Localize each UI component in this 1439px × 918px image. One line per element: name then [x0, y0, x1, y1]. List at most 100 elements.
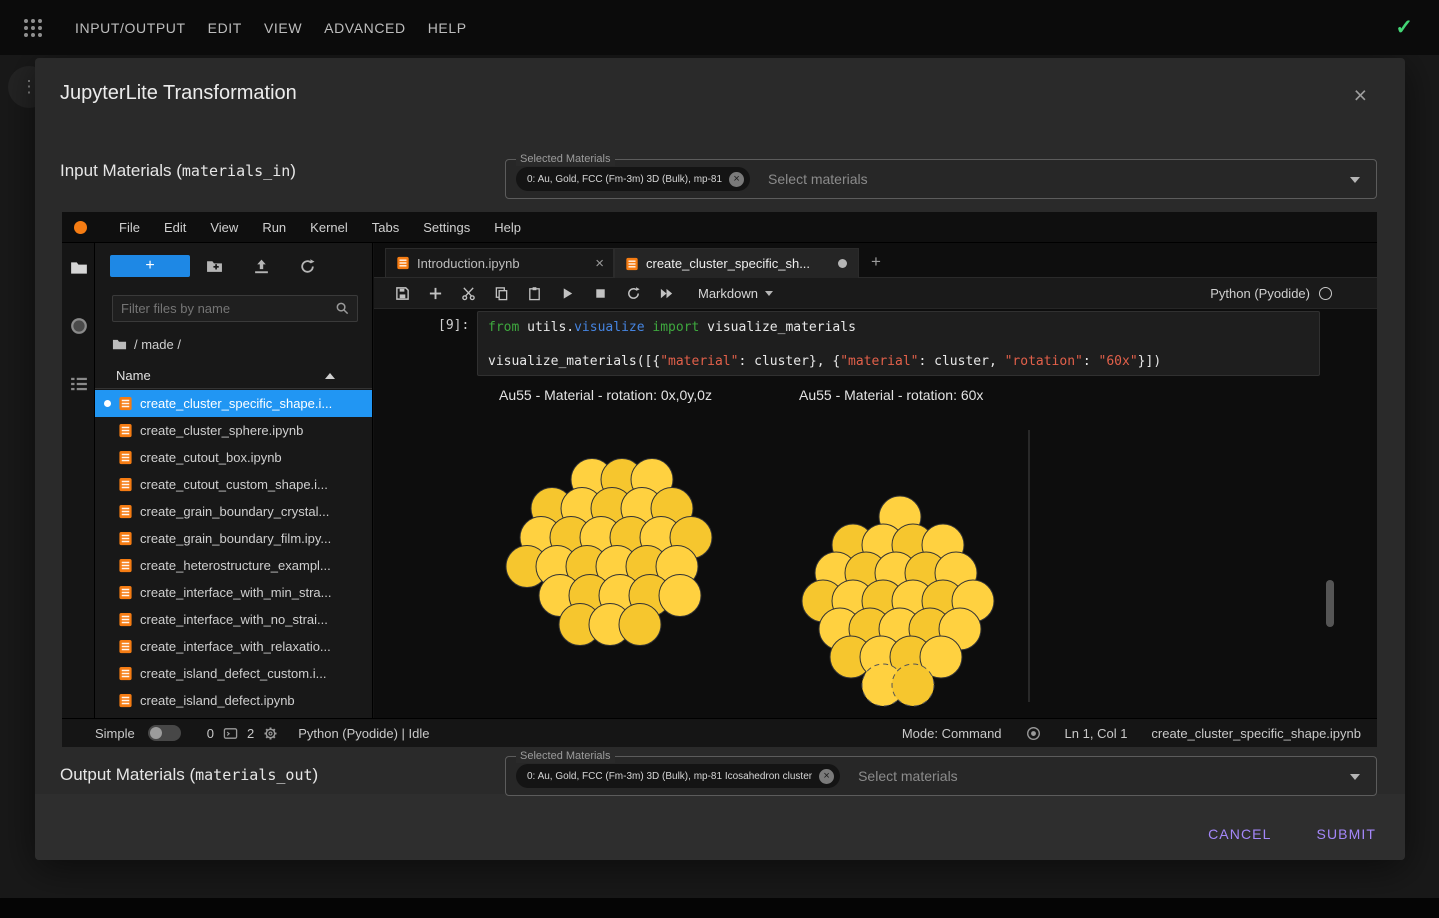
- menu-help[interactable]: HELP: [417, 20, 478, 36]
- scrollbar-thumb[interactable]: [1326, 580, 1334, 627]
- kernel-idle-icon: [1319, 287, 1332, 300]
- file-row-create-island-defect-ipynb[interactable]: create_island_defect.ipynb: [95, 687, 372, 714]
- file-list-header[interactable]: Name: [95, 363, 372, 389]
- cell-type-dropdown[interactable]: Markdown: [698, 286, 773, 301]
- app-menubar: INPUT/OUTPUT EDIT VIEW ADVANCED HELP: [64, 20, 478, 36]
- restart-kernel-icon[interactable]: [626, 286, 641, 301]
- pyodide-logo-icon: [74, 220, 87, 234]
- breadcrumb-path: / made /: [134, 337, 181, 352]
- kernel-status-label[interactable]: Python (Pyodide) | Idle: [298, 726, 429, 741]
- jupyter-menu-kernel[interactable]: Kernel: [298, 220, 360, 235]
- unsaved-changes-dot-icon[interactable]: [838, 259, 847, 268]
- kernel-indicator[interactable]: Python (Pyodide): [1210, 278, 1332, 309]
- jupyter-menu-help[interactable]: Help: [482, 220, 533, 235]
- simple-mode-toggle[interactable]: [147, 725, 181, 741]
- file-name: create_cutout_box.ipynb: [140, 450, 282, 465]
- notebook-icon: [625, 257, 639, 271]
- file-name: create_cluster_sphere.ipynb: [140, 423, 304, 438]
- chevron-down-icon[interactable]: [1350, 177, 1360, 183]
- jupyter-menu-run[interactable]: Run: [250, 220, 298, 235]
- file-row-create-cutout-box-ipynb[interactable]: create_cutout_box.ipynb: [95, 444, 372, 471]
- dialog-title: JupyterLite Transformation: [60, 82, 297, 104]
- input-materials-select[interactable]: Selected Materials 0: Au, Gold, FCC (Fm-…: [505, 153, 1377, 199]
- running-sessions-tab-icon[interactable]: [70, 317, 88, 335]
- interrupt-kernel-icon[interactable]: [593, 286, 608, 301]
- screen: INPUT/OUTPUT EDIT VIEW ADVANCED HELP ✓ ⋮ Jup…: [0, 0, 1439, 918]
- kernel-count: 2: [246, 725, 255, 741]
- menu-input-output[interactable]: INPUT/OUTPUT: [64, 20, 197, 36]
- upload-icon[interactable]: [253, 258, 270, 275]
- copy-cells-icon[interactable]: [494, 286, 509, 301]
- file-browser-tab-icon[interactable]: [70, 259, 88, 277]
- notebook-tabbar: Introduction.ipynb × create_cluster_spec…: [374, 243, 1377, 278]
- jupyter-statusbar: Simple 0 2 Python (Pyodide) | Idle Mode:…: [62, 718, 1377, 747]
- cell-type-value: Markdown: [698, 285, 758, 301]
- output-label-rotation-0: Au55 - Material - rotation: 0x,0y,0z: [499, 387, 712, 403]
- file-row-create-heterostructure-exampl[interactable]: create_heterostructure_exampl...: [95, 552, 372, 579]
- output-materials-label-text: Output Materials (: [60, 765, 196, 784]
- table-of-contents-tab-icon[interactable]: [70, 375, 88, 393]
- file-row-create-cluster-sphere-ipynb[interactable]: create_cluster_sphere.ipynb: [95, 417, 372, 444]
- material-chip: 0: Au, Gold, FCC (Fm-3m) 3D (Bulk), mp-8…: [516, 167, 751, 191]
- add-tab-icon[interactable]: +: [871, 252, 881, 272]
- file-row-create-interface-with-min-stra[interactable]: create_interface_with_min_stra...: [95, 579, 372, 606]
- tab-create-cluster-specific-shape[interactable]: create_cluster_specific_sh...: [614, 248, 859, 278]
- file-row-create-island-defect-custom-i[interactable]: create_island_defect_custom.i...: [95, 660, 372, 687]
- code-cell-editor[interactable]: from utils.visualize import visualize_ma…: [477, 311, 1320, 376]
- tab-close-icon[interactable]: ×: [595, 255, 604, 272]
- cluster-visualization: [505, 430, 1030, 707]
- notebook-icon: [118, 693, 133, 708]
- file-name: create_grain_boundary_film.ipy...: [140, 531, 332, 546]
- file-row-create-grain-boundary-film-ipy[interactable]: create_grain_boundary_film.ipy...: [95, 525, 372, 552]
- file-row-create-grain-boundary-crystal[interactable]: create_grain_boundary_crystal...: [95, 498, 372, 525]
- output-materials-select[interactable]: Selected Materials 0: Au, Gold, FCC (Fm-…: [505, 750, 1377, 796]
- check-icon[interactable]: ✓: [1395, 15, 1413, 40]
- notebook-icon: [118, 477, 133, 492]
- cancel-button[interactable]: CANCEL: [1208, 826, 1271, 842]
- tab-introduction-ipynb[interactable]: Introduction.ipynb ×: [385, 248, 614, 278]
- input-materials-code: materials_in: [181, 162, 291, 180]
- notebook-icon: [118, 666, 133, 681]
- input-materials-label-text: Input Materials (: [60, 161, 182, 180]
- cursor-position-label[interactable]: Ln 1, Col 1: [1065, 726, 1128, 741]
- new-folder-icon[interactable]: [206, 258, 223, 275]
- restart-run-all-icon[interactable]: [659, 286, 674, 301]
- notebook-icon: [118, 612, 133, 627]
- jupyter-menu-file[interactable]: File: [107, 220, 152, 235]
- output-materials-label-suffix: ): [312, 765, 319, 784]
- material-chip-label: 0: Au, Gold, FCC (Fm-3m) 3D (Bulk), mp-8…: [527, 173, 723, 185]
- breadcrumb[interactable]: / made /: [112, 337, 181, 352]
- jupyter-menu-settings[interactable]: Settings: [411, 220, 482, 235]
- file-row-create-cutout-custom-shape-i[interactable]: create_cutout_custom_shape.i...: [95, 471, 372, 498]
- menu-advanced[interactable]: ADVANCED: [313, 20, 417, 36]
- run-cell-icon[interactable]: [560, 286, 575, 301]
- cut-cells-icon[interactable]: [461, 286, 476, 301]
- notebook-icon: [118, 585, 133, 600]
- close-icon[interactable]: ×: [1354, 82, 1367, 109]
- jupyterlab-frame: File Edit View Run Kernel Tabs Settings Help: [62, 212, 1377, 747]
- notebook-icon: [118, 639, 133, 654]
- chip-remove-icon[interactable]: ×: [729, 171, 745, 187]
- paste-cells-icon[interactable]: [527, 286, 542, 301]
- submit-button[interactable]: SUBMIT: [1317, 826, 1377, 842]
- refresh-icon[interactable]: [299, 258, 316, 275]
- file-name: create_island_defect_custom.i...: [140, 666, 327, 681]
- menu-view[interactable]: VIEW: [253, 20, 313, 36]
- chip-remove-icon[interactable]: ×: [819, 768, 835, 784]
- insert-cell-icon[interactable]: [428, 286, 443, 301]
- file-row-create-cluster-specific-shape-i[interactable]: create_cluster_specific_shape.i...: [95, 390, 372, 417]
- output-label-rotation-60x: Au55 - Material - rotation: 60x: [799, 387, 984, 403]
- file-filter-field: [112, 295, 358, 322]
- new-launcher-button[interactable]: +: [110, 255, 190, 277]
- jupyter-menu-view[interactable]: View: [198, 220, 250, 235]
- jupyter-menu-tabs[interactable]: Tabs: [360, 220, 411, 235]
- command-mode-label[interactable]: Mode: Command: [902, 726, 1002, 741]
- file-row-create-interface-with-relaxatio[interactable]: create_interface_with_relaxatio...: [95, 633, 372, 660]
- save-icon[interactable]: [395, 286, 410, 301]
- menu-edit[interactable]: EDIT: [197, 20, 253, 36]
- file-row-create-interface-with-no-strai[interactable]: create_interface_with_no_strai...: [95, 606, 372, 633]
- file-filter-input[interactable]: [113, 301, 335, 316]
- chevron-down-icon[interactable]: [1350, 774, 1360, 780]
- jupyter-menu-edit[interactable]: Edit: [152, 220, 198, 235]
